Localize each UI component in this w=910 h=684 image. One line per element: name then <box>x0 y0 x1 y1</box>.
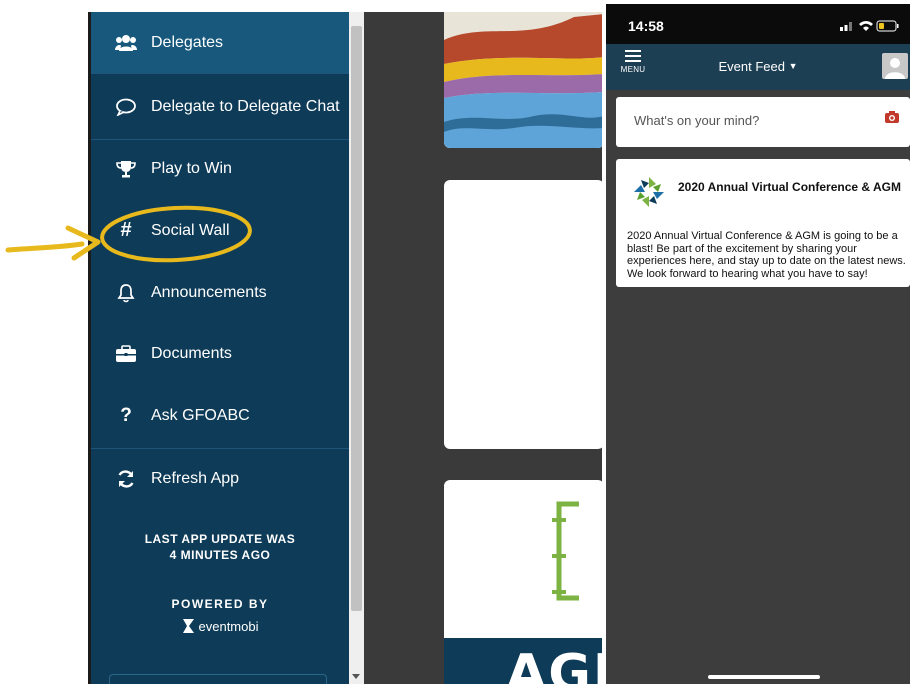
last-update-line2: 4 MINUTES AGO <box>169 548 271 562</box>
top-nav-bar: MENU Event Feed ▼ <box>606 44 910 90</box>
divider <box>91 73 349 74</box>
sidebar-item-chat[interactable]: Delegate to Delegate Chat <box>91 76 349 137</box>
hand-drawn-annotation <box>5 205 252 263</box>
agm-logo-graphic <box>552 501 579 601</box>
last-update-line1: LAST APP UPDATE WAS <box>144 532 296 546</box>
sidebar-item-documents[interactable]: Documents <box>91 323 349 384</box>
status-time: 14:58 <box>628 18 664 34</box>
refresh-icon <box>115 469 137 489</box>
post-input-placeholder: What's on your mind? <box>634 113 760 128</box>
sidebar-item-delegates[interactable]: Delegates <box>91 12 349 73</box>
sidebar-item-label: Delegates <box>151 33 224 51</box>
nav-title-text: Event Feed <box>718 59 785 74</box>
question-icon: ? <box>120 404 132 426</box>
sidebar-item-refresh-app[interactable]: Refresh App <box>91 448 349 509</box>
last-update-text: LAST APP UPDATE WAS 4 MINUTES AGO <box>91 531 349 563</box>
chat-bubble-icon <box>115 98 137 116</box>
feed-post[interactable]: 2020 Annual Virtual Conference & AGM 202… <box>616 159 910 287</box>
bell-icon <box>115 283 137 303</box>
feed-post-body: 2020 Annual Virtual Conference & AGM is … <box>627 230 906 280</box>
signal-icon <box>840 27 843 31</box>
sidebar-footer-box <box>109 674 327 684</box>
event-feed-dropdown[interactable]: Event Feed ▼ <box>606 59 910 74</box>
sidebar-item-label: Documents <box>151 344 232 362</box>
caret-down-icon: ▼ <box>788 61 798 71</box>
sidebar-menu: Delegates Delegate to Delegate Chat Play… <box>91 12 349 684</box>
brand-name: eventmobi <box>198 618 259 634</box>
sidebar-scrollbar[interactable] <box>349 12 364 684</box>
status-post-input[interactable]: What's on your mind? <box>616 97 910 147</box>
status-icons <box>840 20 899 32</box>
scrollbar-thumb[interactable] <box>351 26 362 611</box>
agm-banner-text: AGE <box>506 644 602 684</box>
mobile-app-screen: 14:58 MENU Event Feed ▼ What's on your m… <box>606 4 910 684</box>
status-bar: 14:58 <box>606 4 910 44</box>
banner-image-card <box>444 12 602 148</box>
sidebar-item-label: Delegate to Delegate Chat <box>151 97 340 115</box>
trophy-icon <box>115 160 137 178</box>
wifi-icon <box>859 21 873 26</box>
landscape-illustration <box>444 12 602 148</box>
briefcase-icon <box>115 344 137 363</box>
home-indicator[interactable] <box>708 675 820 679</box>
sidebar-item-label: Ask GFOABC <box>151 406 250 424</box>
camera-icon[interactable] <box>884 110 900 129</box>
agm-logo-card[interactable]: AGE <box>444 480 602 684</box>
feed-post-title: 2020 Annual Virtual Conference & AGM <box>678 180 901 194</box>
scroll-down-arrow-icon[interactable] <box>352 674 360 679</box>
sidebar-item-label: Play to Win <box>151 159 232 177</box>
sidebar-item-label: Announcements <box>151 283 267 301</box>
sidebar-item-play-to-win[interactable]: Play to Win <box>91 138 349 199</box>
sidebar-item-ask-gfoabc[interactable]: ? Ask GFOABC <box>91 385 349 446</box>
arrow-shaft <box>5 241 85 253</box>
powered-by-label: POWERED BY <box>171 597 269 611</box>
highlight-circle <box>100 205 252 263</box>
feed-post-card[interactable] <box>444 180 602 449</box>
users-icon <box>115 34 137 52</box>
conference-logo-icon <box>634 177 664 207</box>
sidebar-item-label: Refresh App <box>151 469 240 487</box>
profile-avatar[interactable] <box>882 53 908 79</box>
eventmobi-logo-icon <box>182 619 194 633</box>
desktop-app-panel: Delegates Delegate to Delegate Chat Play… <box>88 12 602 684</box>
user-avatar-icon <box>885 58 905 79</box>
eventmobi-logo: eventmobi <box>91 618 349 634</box>
